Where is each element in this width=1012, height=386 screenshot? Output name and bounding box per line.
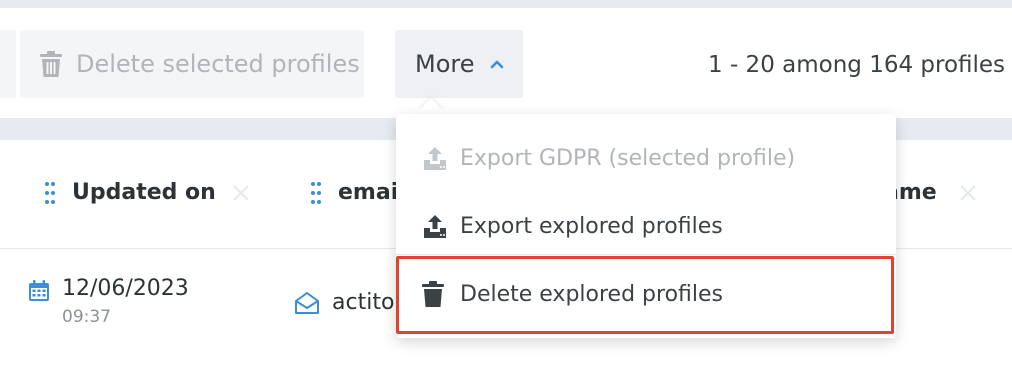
drag-handle-icon[interactable] bbox=[310, 181, 322, 205]
upload-icon bbox=[422, 213, 448, 239]
calendar-icon bbox=[28, 280, 50, 302]
delete-selected-profiles-label: Delete selected profiles bbox=[76, 50, 360, 78]
column-label: Updated on bbox=[72, 180, 216, 205]
column-header-updated-on[interactable]: Updated on bbox=[44, 180, 250, 205]
more-button[interactable]: More bbox=[395, 30, 523, 98]
menu-item-export-explored-profiles[interactable]: Export explored profiles bbox=[396, 192, 896, 260]
menu-item-export-gdpr[interactable]: Export GDPR (selected profile) bbox=[396, 124, 896, 192]
cell-email: actito bbox=[294, 290, 394, 315]
email-value[interactable]: actito bbox=[332, 290, 394, 315]
column-label: emai bbox=[338, 180, 399, 205]
column-header-email[interactable]: emai bbox=[310, 180, 398, 205]
close-icon[interactable] bbox=[959, 184, 977, 202]
cell-updated-on: 12/06/2023 09:37 bbox=[28, 276, 189, 327]
updated-date: 12/06/2023 bbox=[62, 276, 189, 301]
toolbar-left-button-edge bbox=[0, 30, 16, 98]
upload-icon bbox=[422, 145, 448, 171]
menu-item-delete-explored-profiles[interactable]: Delete explored profiles bbox=[396, 260, 896, 328]
menu-item-label: Delete explored profiles bbox=[460, 281, 723, 307]
toolbar: Delete selected profiles More 1 - 20 amo… bbox=[0, 8, 1012, 118]
trash-icon bbox=[40, 51, 62, 77]
delete-selected-profiles-button[interactable]: Delete selected profiles bbox=[20, 30, 364, 98]
drag-handle-icon[interactable] bbox=[44, 181, 56, 205]
column-header-name[interactable]: ame bbox=[884, 180, 977, 205]
more-dropdown-menu: Export GDPR (selected profile) Export ex… bbox=[396, 114, 896, 338]
top-strip bbox=[0, 0, 1012, 8]
chevron-up-icon bbox=[489, 58, 505, 70]
close-icon[interactable] bbox=[232, 184, 250, 202]
more-label: More bbox=[415, 50, 475, 78]
trash-icon bbox=[422, 281, 448, 307]
menu-item-label: Export explored profiles bbox=[460, 213, 723, 239]
updated-time: 09:37 bbox=[62, 307, 111, 327]
envelope-open-icon bbox=[294, 291, 320, 315]
menu-item-label: Export GDPR (selected profile) bbox=[460, 145, 796, 171]
pagination-summary: 1 - 20 among 164 profiles bbox=[708, 52, 1006, 78]
menu-divider bbox=[396, 254, 896, 255]
